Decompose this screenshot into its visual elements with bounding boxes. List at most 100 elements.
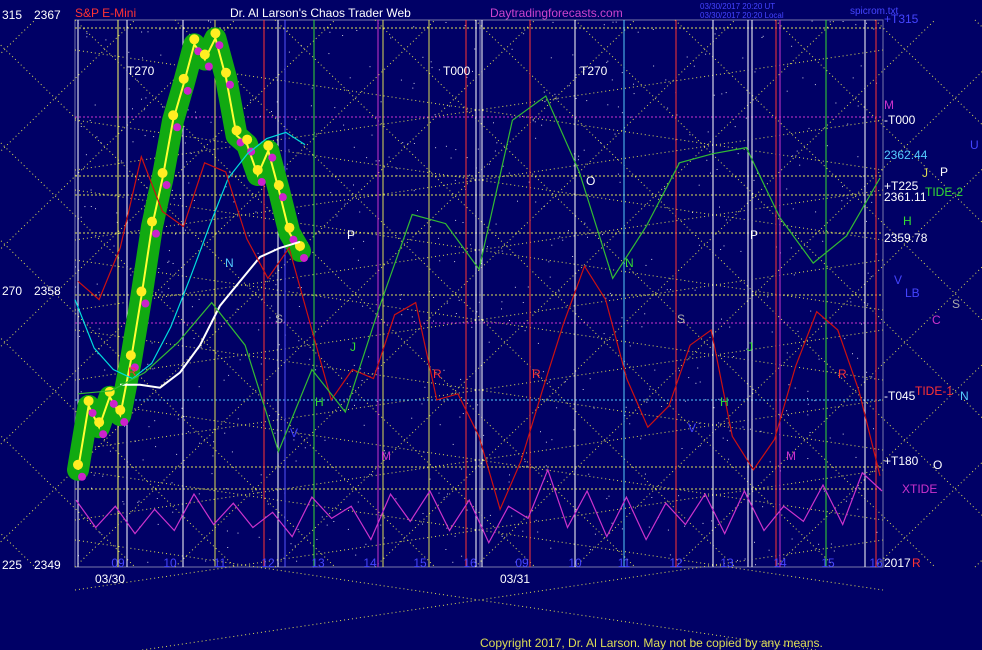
star-dot (509, 474, 510, 476)
star-dot (296, 560, 298, 562)
star-dot (130, 274, 132, 276)
star-dot (447, 493, 448, 495)
star-dot (771, 331, 773, 333)
star-dot (190, 152, 192, 154)
star-dot (86, 36, 88, 38)
star-dot (141, 98, 142, 100)
star-dot (742, 57, 744, 59)
star-dot (629, 345, 631, 347)
star-dot (167, 261, 169, 263)
star-dot (573, 429, 575, 431)
star-dot (336, 215, 338, 217)
star-dot (606, 498, 608, 500)
star-dot (286, 168, 288, 170)
star-dot (551, 244, 553, 246)
planet-label: C (932, 313, 941, 327)
star-dot (867, 303, 869, 305)
star-dot (572, 256, 574, 257)
star-dot (438, 69, 440, 71)
star-dot (357, 259, 359, 261)
star-dot (633, 83, 634, 85)
star-dot (808, 127, 810, 129)
star-dot (446, 302, 448, 304)
star-dot (122, 501, 124, 503)
star-dot (227, 547, 229, 548)
star-dot (378, 160, 380, 162)
star-dot (433, 320, 434, 322)
star-dot (844, 338, 846, 340)
star-dot (269, 317, 271, 319)
planet-label: O (933, 458, 943, 472)
star-dot (255, 211, 257, 213)
star-dot (734, 126, 736, 128)
star-dot (171, 189, 173, 191)
price-low-dot (152, 229, 160, 238)
price-high-dot (284, 222, 295, 233)
hour-tick-label: 10 (568, 556, 582, 570)
star-dot (729, 430, 731, 432)
star-dot (195, 117, 197, 119)
planet-label: U (970, 138, 979, 152)
star-dot (621, 317, 623, 319)
star-dot (847, 123, 849, 125)
star-dot (168, 250, 170, 252)
price-low-dot (109, 399, 118, 408)
star-dot (760, 430, 762, 432)
hour-tick-label: 09 (111, 556, 125, 570)
star-dot (593, 407, 595, 409)
star-dot (198, 386, 200, 388)
star-dot (228, 374, 230, 376)
star-dot (514, 286, 516, 288)
star-dot (353, 364, 355, 366)
star-dot (645, 264, 647, 266)
star-dot (96, 283, 98, 285)
star-dot (411, 417, 413, 419)
price-low-dot (120, 418, 129, 427)
star-dot (699, 381, 701, 383)
chart-letter: V (290, 426, 299, 440)
left-axis-angle: 315 (2, 8, 23, 22)
star-dot (568, 85, 570, 87)
left-axis-angle: 270 (2, 284, 23, 298)
star-dot (552, 21, 554, 23)
star-dot (720, 249, 722, 250)
star-dot (873, 428, 874, 430)
star-dot (644, 313, 646, 315)
star-dot (184, 229, 186, 231)
star-dot (737, 559, 738, 561)
star-dot (728, 458, 730, 460)
planet-label: N (960, 389, 969, 403)
star-dot (309, 358, 311, 360)
star-dot (545, 441, 547, 443)
planet-label: H (903, 214, 912, 228)
star-dot (698, 184, 700, 186)
star-dot (667, 107, 669, 109)
star-dot (278, 344, 280, 346)
star-dot (857, 508, 859, 510)
star-dot (722, 437, 724, 439)
star-dot (321, 516, 323, 518)
star-dot (646, 401, 648, 403)
hour-tick-label: 11 (617, 556, 631, 570)
star-dot (694, 289, 696, 291)
star-dot (359, 211, 361, 213)
star-dot (151, 342, 153, 344)
star-dot (395, 498, 397, 500)
star-dot (186, 161, 188, 163)
star-dot (617, 173, 619, 175)
star-dot (452, 561, 454, 563)
star-dot (454, 535, 456, 537)
star-dot (744, 558, 746, 560)
star-dot (653, 65, 655, 67)
star-dot (370, 474, 372, 476)
star-dot (461, 555, 463, 557)
star-dot (472, 70, 473, 72)
star-dot (549, 276, 551, 278)
star-dot (483, 434, 485, 436)
star-dot (835, 102, 837, 104)
chart-letter: M (786, 449, 796, 463)
star-dot (401, 314, 403, 316)
star-dot (439, 260, 441, 262)
star-dot (175, 233, 177, 235)
star-dot (132, 108, 133, 110)
